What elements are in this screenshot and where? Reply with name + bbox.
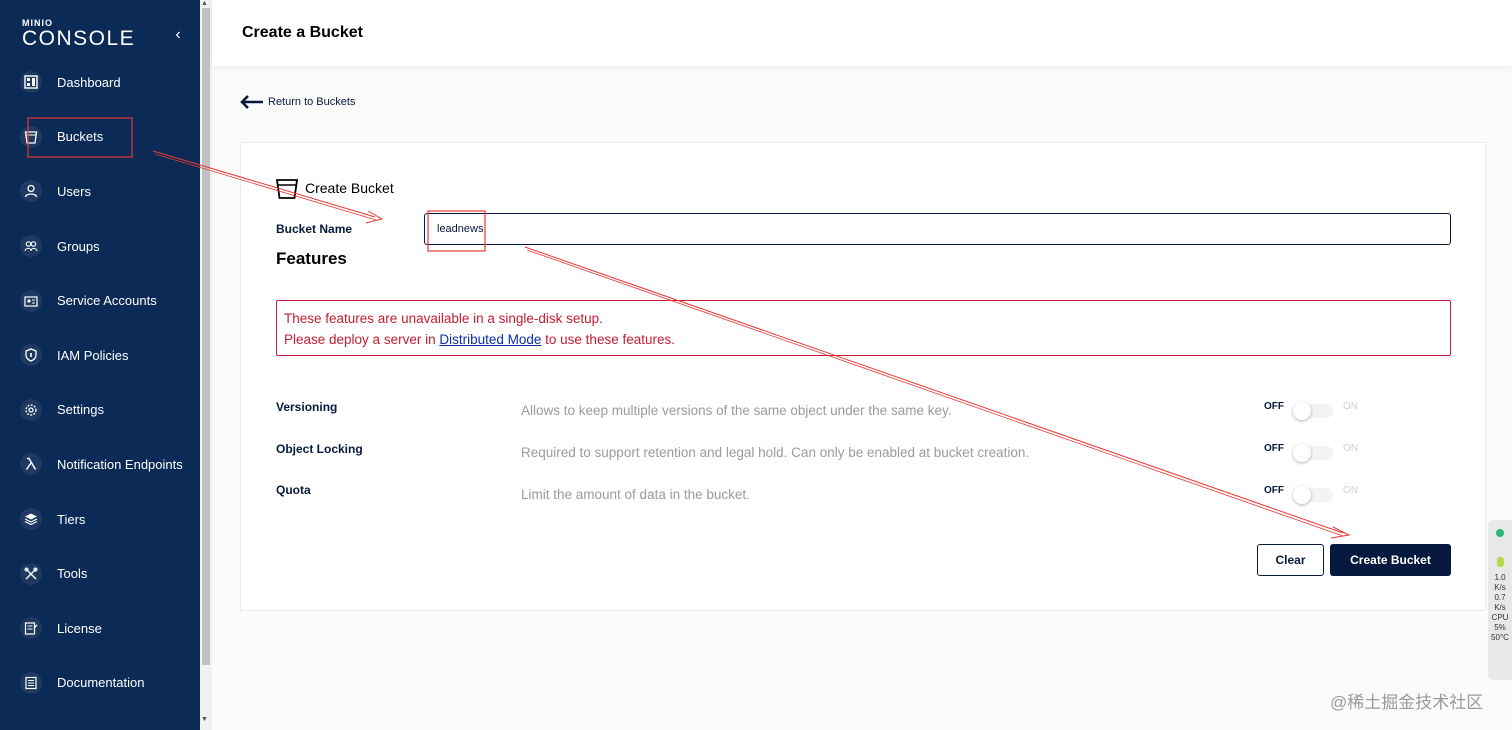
- sidebar-item-label: Documentation: [57, 675, 145, 691]
- return-to-buckets-label: Return to Buckets: [268, 96, 356, 108]
- sidebar-item-documentation[interactable]: Documentation: [0, 656, 200, 711]
- system-monitor-widget[interactable]: 1.0 K/s 0.7 K/s CPU 5% 50°C: [1488, 520, 1512, 680]
- warning-suffix: to use these features.: [541, 332, 675, 347]
- features-title: Features: [276, 249, 347, 268]
- sidebar-item-groups[interactable]: Groups: [0, 219, 200, 274]
- quota-description: Limit the amount of data in the bucket.: [521, 487, 750, 502]
- versioning-label: Versioning: [276, 400, 338, 414]
- clear-button[interactable]: Clear: [1257, 544, 1324, 576]
- sidebar-item-label: Users: [57, 183, 91, 199]
- sidebar-item-buckets[interactable]: Buckets: [0, 110, 200, 165]
- battery-icon: [1496, 557, 1504, 567]
- sidebar-item-settings[interactable]: Settings: [0, 383, 200, 438]
- versioning-toggle-knob[interactable]: [1293, 402, 1311, 420]
- sidebar-item-notification-endpoints[interactable]: Notification Endpoints: [0, 437, 200, 492]
- scroll-up-arrow-icon[interactable]: ▲: [201, 0, 208, 7]
- sidebar-item-tiers[interactable]: Tiers: [0, 492, 200, 547]
- return-to-buckets-link[interactable]: Return to Buckets: [240, 94, 355, 110]
- object-locking-off-label: OFF: [1264, 443, 1284, 454]
- logo-main-text: CONSOLE: [22, 27, 136, 50]
- bucket-name-input[interactable]: [424, 213, 1451, 245]
- quota-toggle-knob[interactable]: [1293, 486, 1311, 504]
- warning-line-2: Please deploy a server in Distributed Mo…: [284, 329, 1443, 350]
- cpu-label: CPU: [1491, 613, 1509, 622]
- sidebar-item-label: IAM Policies: [57, 347, 129, 363]
- temp-value: 50: [1491, 633, 1500, 642]
- sidebar-item-tools[interactable]: Tools: [0, 546, 200, 601]
- page-header: Create a Bucket: [212, 0, 1512, 66]
- versioning-description: Allows to keep multiple versions of the …: [521, 403, 952, 418]
- cpu-unit: %: [1498, 623, 1506, 632]
- sidebar-item-license[interactable]: License: [0, 601, 200, 656]
- tools-icon: [20, 562, 42, 585]
- chevron-left-icon: ‹: [175, 26, 181, 43]
- layers-icon: [20, 508, 42, 531]
- quota-on-label: ON: [1343, 485, 1358, 496]
- bucket-name-label: Bucket Name: [276, 222, 353, 236]
- versioning-off-label: OFF: [1264, 401, 1284, 412]
- service-accounts-icon: [20, 289, 42, 312]
- object-locking-toggle-knob[interactable]: [1293, 444, 1311, 462]
- create-bucket-button[interactable]: Create Bucket: [1330, 544, 1451, 576]
- sidebar-item-label: Buckets: [57, 129, 104, 145]
- dashboard-icon: [20, 71, 42, 94]
- quota-off-label: OFF: [1264, 485, 1284, 496]
- sidebar-item-label: Groups: [57, 238, 100, 254]
- bucket-icon: [20, 125, 42, 148]
- versioning-on-label: ON: [1343, 401, 1358, 412]
- create-bucket-title: Create Bucket: [275, 176, 394, 200]
- object-locking-label: Object Locking: [276, 442, 363, 456]
- sidebar-item-service-accounts[interactable]: Service Accounts: [0, 273, 200, 328]
- sidebar-item-label: Tiers: [57, 511, 86, 527]
- arrow-left-icon: [240, 95, 263, 109]
- sidebar-item-iam-policies[interactable]: IAM Policies: [0, 328, 200, 383]
- quota-label: Quota: [276, 483, 311, 497]
- sidebar-item-label: Tools: [57, 566, 88, 582]
- sidebar-item-label: Dashboard: [57, 74, 121, 90]
- documentation-icon: [20, 671, 42, 694]
- temp-unit: °C: [1499, 633, 1509, 642]
- lambda-icon: [20, 453, 42, 476]
- user-icon: [20, 180, 42, 203]
- sidebar-item-label: License: [57, 620, 102, 636]
- sidebar-nav: Dashboard Buckets Users Groups Service A…: [0, 55, 200, 710]
- object-locking-description: Required to support retention and legal …: [521, 445, 1030, 460]
- watermark: @稀土掘金技术社区: [1330, 693, 1484, 712]
- groups-icon: [20, 235, 42, 258]
- minio-console-logo[interactable]: MINIO CONSOLE: [22, 18, 135, 51]
- page-title: Create a Bucket: [242, 24, 363, 41]
- sidebar-item-label: Settings: [57, 402, 104, 418]
- distributed-mode-link[interactable]: Distributed Mode: [439, 332, 541, 347]
- sidebar-item-label: Notification Endpoints: [57, 456, 183, 472]
- license-icon: [20, 617, 42, 640]
- sidebar: MINIO CONSOLE ‹ Dashboard Buckets Users: [0, 0, 200, 730]
- net-value-1: 1.0: [1494, 573, 1506, 582]
- warning-prefix: Please deploy a server in: [284, 332, 440, 347]
- sidebar-scrollbar-thumb[interactable]: [202, 8, 210, 665]
- net-value-2: 0.7: [1494, 593, 1506, 602]
- status-dot-icon: [1496, 529, 1504, 537]
- collapse-sidebar-button[interactable]: ‹: [170, 26, 186, 44]
- single-disk-warning: These features are unavailable in a sing…: [276, 300, 1451, 356]
- sidebar-item-label: Service Accounts: [57, 293, 157, 309]
- object-locking-on-label: ON: [1343, 443, 1358, 454]
- gear-icon: [20, 398, 42, 421]
- sidebar-item-dashboard[interactable]: Dashboard: [0, 55, 200, 110]
- bucket-icon: [275, 179, 299, 199]
- net-unit-2: K/s: [1494, 603, 1506, 612]
- net-unit-1: K/s: [1494, 583, 1506, 592]
- sidebar-item-users[interactable]: Users: [0, 164, 200, 219]
- create-bucket-title-text: Create Bucket: [305, 180, 394, 196]
- shield-icon: [20, 344, 42, 367]
- scroll-down-arrow-icon[interactable]: ▼: [201, 716, 208, 723]
- warning-line-1: These features are unavailable in a sing…: [284, 311, 603, 326]
